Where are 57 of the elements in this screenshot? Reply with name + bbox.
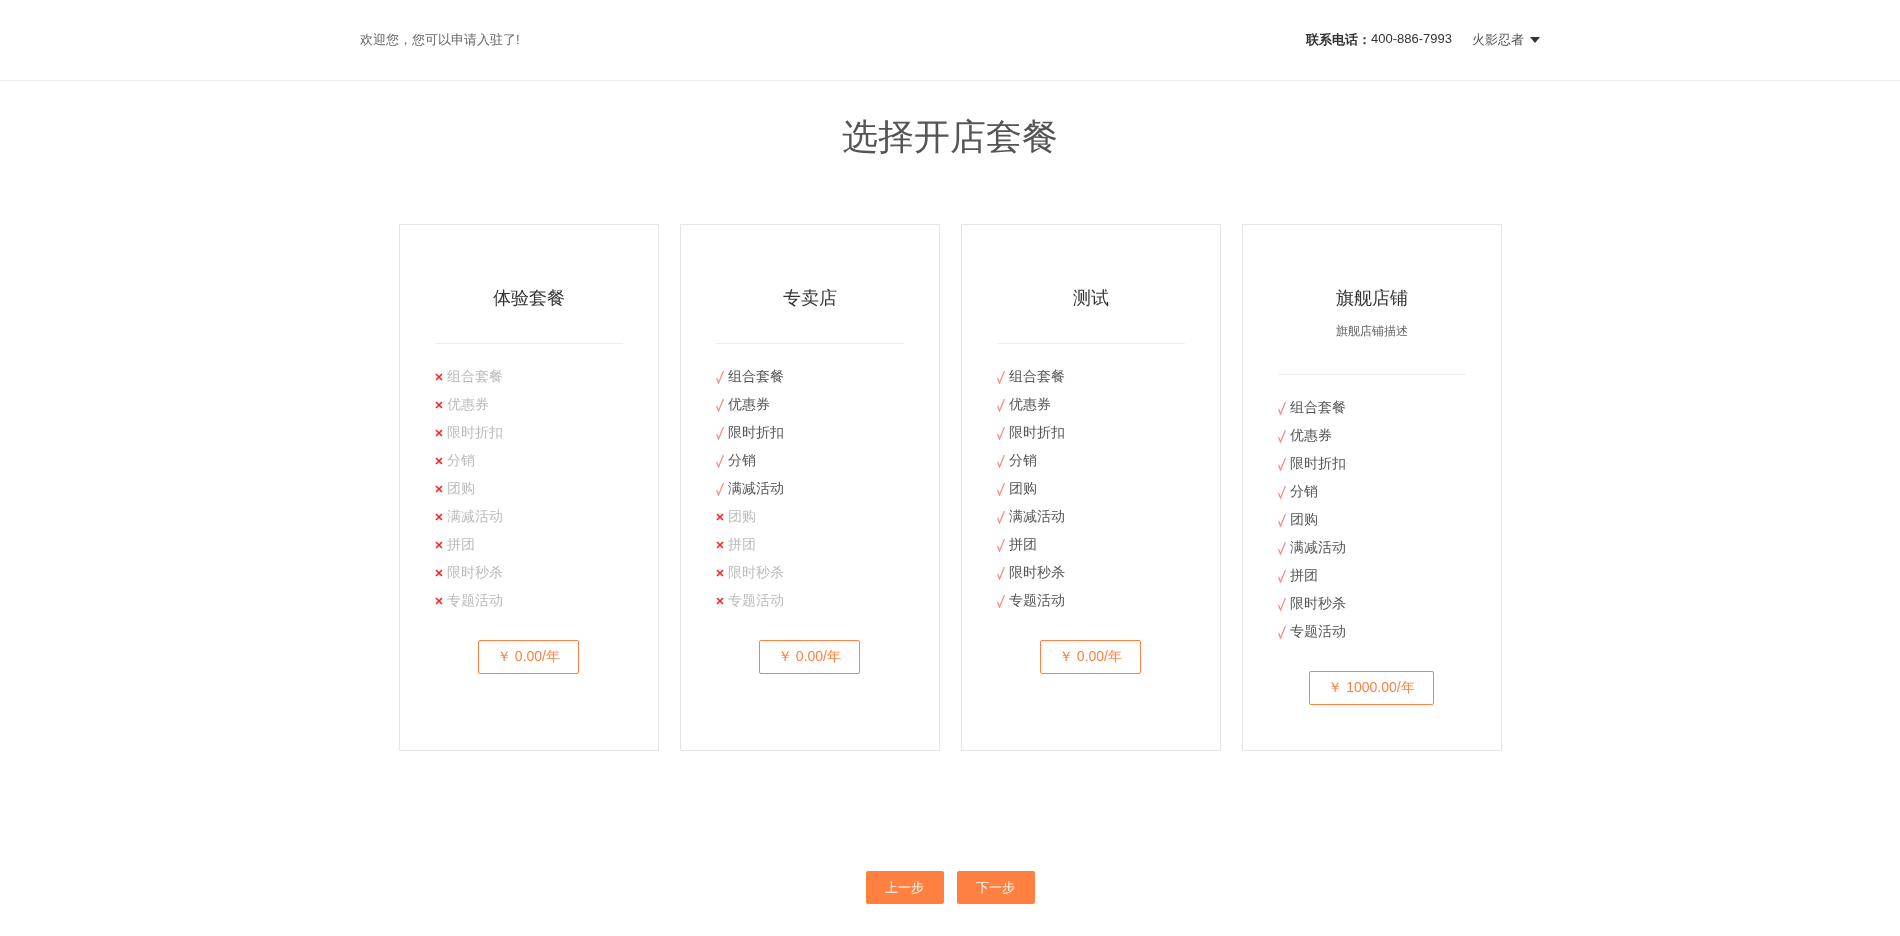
feature-label: 拼团 xyxy=(1289,567,1318,585)
phone-label: 联系电话： xyxy=(1306,31,1372,49)
feature-label: 团购 xyxy=(1008,480,1037,498)
feature-label: 优惠券 xyxy=(1289,427,1332,445)
feature-label: 分销 xyxy=(1289,483,1318,501)
feature-label: 满减活动 xyxy=(1289,539,1346,557)
feature-label: 分销 xyxy=(446,452,475,470)
previous-step-button[interactable]: 上一步 xyxy=(865,871,944,904)
feature-label: 满减活动 xyxy=(727,480,784,498)
feature-label: 分销 xyxy=(1008,452,1037,470)
feature-label: 组合套餐 xyxy=(727,368,784,386)
plan-card[interactable]: 专卖店 组合套餐 优惠券 限时折扣 分销 满减活动 团购 拼团 限时秒杀 专题活动 ￥ 0.00/年 xyxy=(679,224,940,751)
welcome-text: 欢迎您，您可以申请入驻了! xyxy=(360,31,520,49)
user-menu[interactable]: 火影忍者 xyxy=(1472,31,1540,49)
feature-label: 限时折扣 xyxy=(446,424,503,442)
feature-label: 专题活动 xyxy=(727,592,784,610)
feature-label: 限时折扣 xyxy=(1008,424,1065,442)
caret-icon xyxy=(1530,37,1540,43)
feature-label: 限时折扣 xyxy=(1289,455,1346,473)
feature-label: 满减活动 xyxy=(446,508,503,526)
feature-label: 团购 xyxy=(1289,511,1318,529)
plan-card[interactable]: 体验套餐 组合套餐 优惠券 限时折扣 分销 团购 满减活动 拼团 限时秒杀 专题活动 ￥ 0.00/年 xyxy=(398,224,659,751)
feature-label: 组合套餐 xyxy=(1008,368,1065,386)
feature-label: 分销 xyxy=(727,452,756,470)
feature-label: 限时秒杀 xyxy=(727,564,784,582)
plan-name: 测试 xyxy=(1072,287,1109,309)
feature-label: 限时折扣 xyxy=(727,424,784,442)
plan-name: 体验套餐 xyxy=(492,287,565,309)
price-button[interactable]: ￥ 0.00/年 xyxy=(1040,640,1141,674)
plan-card[interactable]: 测试 组合套餐 优惠券 限时折扣 分销 团购 满减活动 拼团 限时秒杀 专题活动 ￥ 0.00/年 xyxy=(960,224,1221,751)
feature-label: 组合套餐 xyxy=(1289,399,1346,417)
feature-label: 满减活动 xyxy=(1008,508,1065,526)
feature-label: 优惠券 xyxy=(727,396,770,414)
page-title: 选择开店套餐 xyxy=(841,119,1059,155)
plan-name: 旗舰店铺 xyxy=(1335,287,1408,309)
price-button[interactable]: ￥ 0.00/年 xyxy=(478,640,579,674)
phone-number: 400-886-7993 xyxy=(1371,31,1452,48)
feature-label: 拼团 xyxy=(446,536,475,554)
feature-label: 限时秒杀 xyxy=(1008,564,1065,582)
feature-label: 拼团 xyxy=(1008,536,1037,554)
feature-label: 拼团 xyxy=(727,536,756,554)
plan-name: 专卖店 xyxy=(782,287,837,309)
next-step-button[interactable]: 下一步 xyxy=(956,871,1035,904)
feature-label: 优惠券 xyxy=(446,396,489,414)
price-button[interactable]: ￥ 0.00/年 xyxy=(759,640,860,674)
feature-label: 专题活动 xyxy=(1008,592,1065,610)
feature-label: 团购 xyxy=(727,508,756,526)
plan-card[interactable]: 旗舰店铺 旗舰店铺描述 组合套餐 优惠券 限时折扣 分销 团购 满减活动 拼团 限时秒杀 专题活动 ￥ 1000.00/年 xyxy=(1241,224,1502,751)
feature-label: 限时秒杀 xyxy=(1289,595,1346,613)
feature-label: 专题活动 xyxy=(446,592,503,610)
price-button[interactable]: ￥ 1000.00/年 xyxy=(1309,671,1434,705)
feature-label: 团购 xyxy=(446,480,475,498)
feature-label: 专题活动 xyxy=(1289,623,1346,641)
plan-description: 旗舰店铺描述 xyxy=(1335,323,1408,340)
feature-label: 组合套餐 xyxy=(446,368,503,386)
feature-label: 限时秒杀 xyxy=(446,564,503,582)
feature-label: 优惠券 xyxy=(1008,396,1051,414)
